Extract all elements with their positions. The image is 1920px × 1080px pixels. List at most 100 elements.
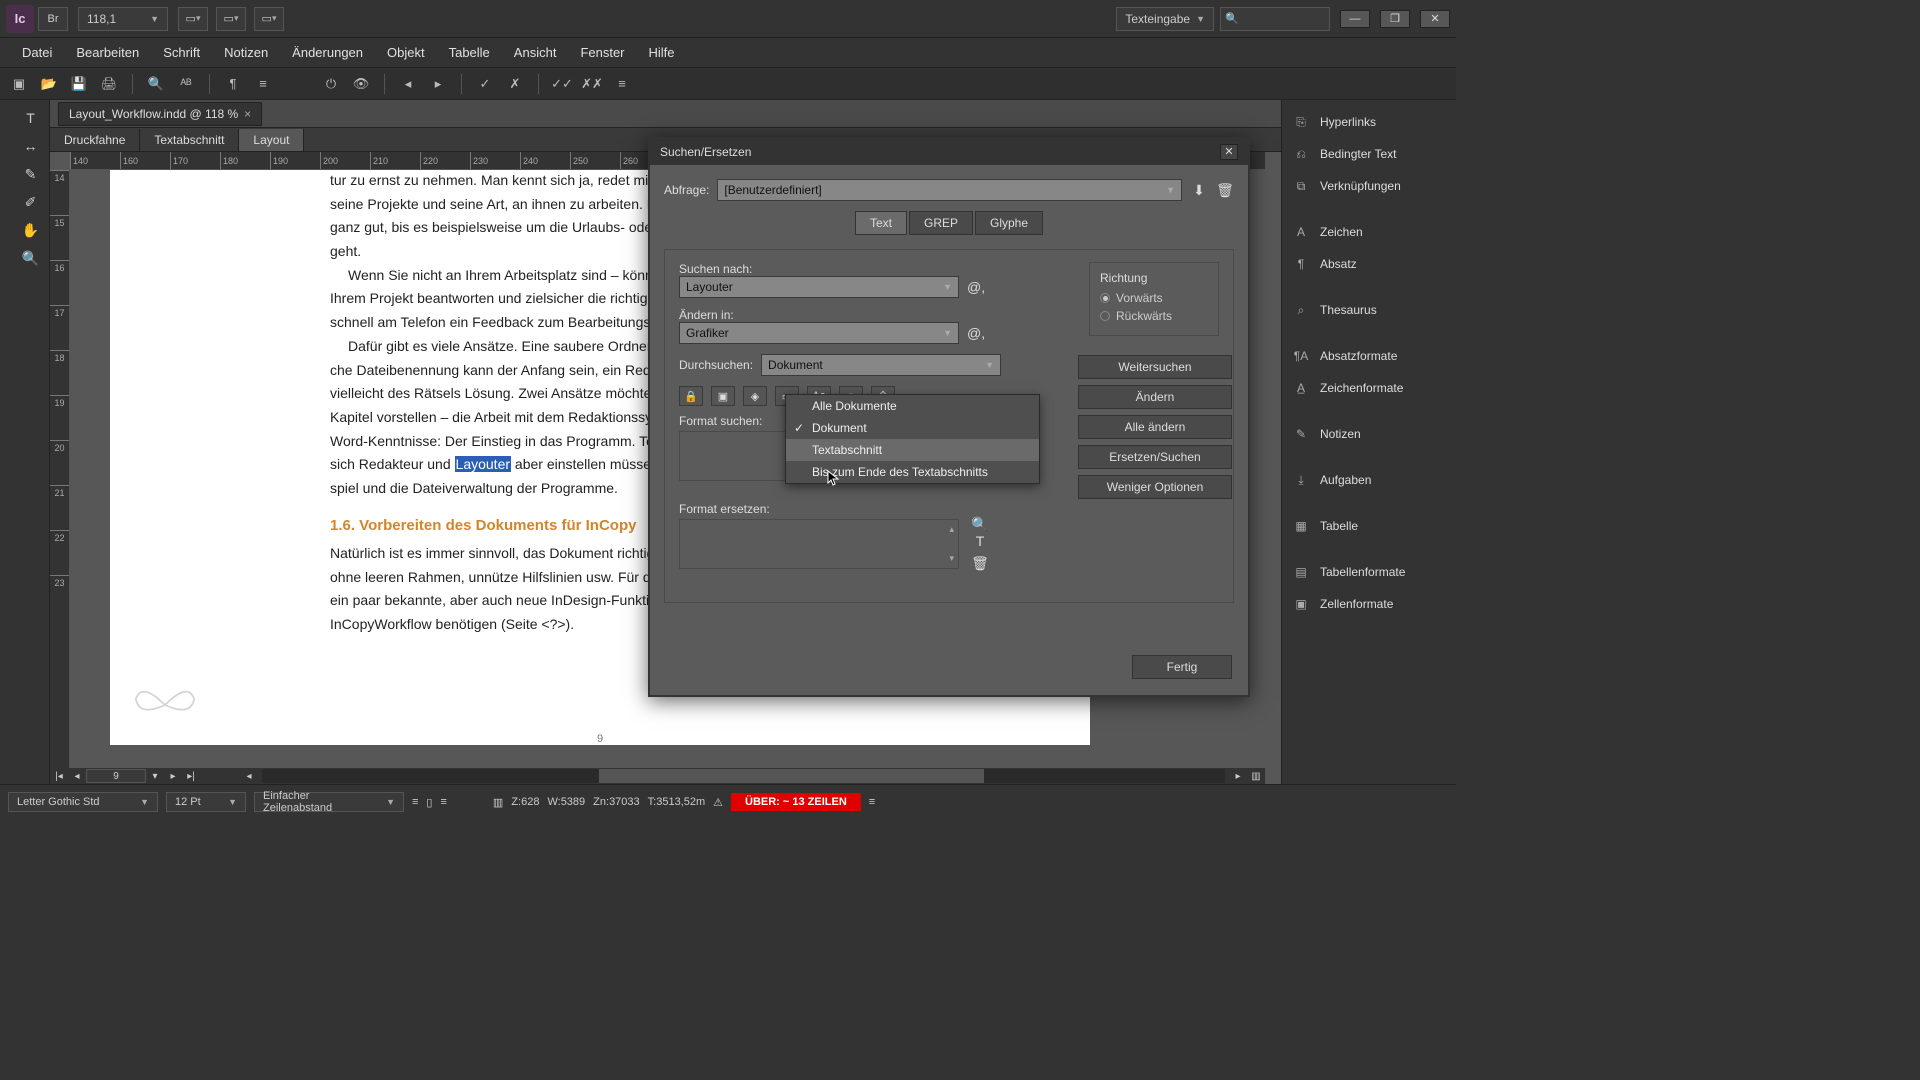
- menu-datei[interactable]: Datei: [10, 39, 64, 66]
- font-size-selector[interactable]: 12 Pt▼: [166, 792, 246, 812]
- panel-absatz[interactable]: ¶Absatz: [1282, 248, 1456, 280]
- print-icon[interactable]: 🖨: [98, 74, 120, 94]
- open-icon[interactable]: 📂: [38, 74, 60, 94]
- locked-layers-icon[interactable]: 🔒: [679, 386, 703, 406]
- done-button[interactable]: Fertig: [1132, 655, 1232, 679]
- panel-thesaurus[interactable]: ⌕Thesaurus: [1282, 294, 1456, 326]
- panel-notizen[interactable]: ✎Notizen: [1282, 418, 1456, 450]
- change-button[interactable]: Ändern: [1078, 385, 1232, 409]
- find-next-button[interactable]: Weitersuchen: [1078, 355, 1232, 379]
- next-page-button[interactable]: ▸: [164, 769, 182, 783]
- panel-hyperlinks[interactable]: ⎘Hyperlinks: [1282, 106, 1456, 138]
- find-icon[interactable]: 🔍: [145, 74, 167, 94]
- menu-objekt[interactable]: Objekt: [375, 39, 437, 66]
- horizontal-scrollbar[interactable]: [262, 769, 1225, 783]
- note-tool[interactable]: ✎: [17, 162, 45, 186]
- page-dropdown-button[interactable]: ▾: [146, 769, 164, 783]
- panel-verknüpfungen[interactable]: ⧉Verknüpfungen: [1282, 170, 1456, 202]
- zoom-tool[interactable]: 🔍: [17, 246, 45, 270]
- eye-icon[interactable]: 👁: [350, 74, 372, 94]
- panel-zeichen[interactable]: AZeichen: [1282, 216, 1456, 248]
- panel-tabelle[interactable]: ▦Tabelle: [1282, 510, 1456, 542]
- view-tab-layout[interactable]: Layout: [239, 129, 304, 151]
- panel-zellenformate[interactable]: ▣Zellenformate: [1282, 588, 1456, 620]
- split-view-button[interactable]: ▥: [1247, 769, 1265, 783]
- panel-absatzformate[interactable]: ¶AAbsatzformate: [1282, 340, 1456, 372]
- scope-option-1[interactable]: Dokument: [786, 417, 1039, 439]
- special-chars-change-icon[interactable]: @,: [967, 325, 985, 341]
- menu-schrift[interactable]: Schrift: [151, 39, 212, 66]
- menu-bearbeiten[interactable]: Bearbeiten: [64, 39, 151, 66]
- prev-page-button[interactable]: ◂: [68, 769, 86, 783]
- view-tab-druckfahne[interactable]: Druckfahne: [50, 129, 140, 151]
- position-tool[interactable]: ↔: [17, 134, 45, 158]
- dialog-tab-text[interactable]: Text: [855, 211, 907, 235]
- status-menu2-icon[interactable]: ≡: [869, 796, 875, 808]
- power-icon[interactable]: ⏻: [320, 74, 342, 94]
- spellcheck-icon[interactable]: ᴬᴮ: [175, 74, 197, 94]
- panel-tabellenformate[interactable]: ▤Tabellenformate: [1282, 556, 1456, 588]
- accept-icon[interactable]: ✓: [474, 74, 496, 94]
- view-mode-button-3[interactable]: ▭▾: [254, 7, 284, 31]
- dialog-close-button[interactable]: ✕: [1220, 144, 1238, 160]
- next-icon[interactable]: ▸: [427, 74, 449, 94]
- status-menu-icon[interactable]: ≡: [440, 796, 446, 808]
- font-family-selector[interactable]: Letter Gothic Std▼: [8, 792, 158, 812]
- direction-forward-radio[interactable]: Vorwärts: [1100, 291, 1208, 305]
- columns-icon[interactable]: ▯: [426, 796, 432, 809]
- direction-backward-radio[interactable]: Rückwärts: [1100, 309, 1208, 323]
- document-tab[interactable]: Layout_Workflow.indd @ 118 % ×: [58, 102, 262, 126]
- dialog-titlebar[interactable]: Suchen/Ersetzen ✕: [650, 139, 1248, 165]
- pilcrow-icon[interactable]: ¶: [222, 74, 244, 94]
- menu-fenster[interactable]: Fenster: [568, 39, 636, 66]
- fewer-options-button[interactable]: Weniger Optionen: [1078, 475, 1232, 499]
- prev-icon[interactable]: ◂: [397, 74, 419, 94]
- scope-option-0[interactable]: Alle Dokumente: [786, 395, 1039, 417]
- format-replace-field[interactable]: ▴▾: [679, 519, 959, 569]
- query-combo[interactable]: [Benutzerdefiniert]▼: [717, 179, 1182, 201]
- specify-replace-format-icon[interactable]: 🔍T: [971, 516, 989, 549]
- scroll-right-button[interactable]: ▸: [1229, 769, 1247, 783]
- change-field[interactable]: Grafiker▼: [679, 322, 959, 344]
- change-all-button[interactable]: Alle ändern: [1078, 415, 1232, 439]
- scope-option-3[interactable]: Bis zum Ende des Textabschnitts: [786, 461, 1039, 483]
- maximize-button[interactable]: ❐: [1380, 10, 1410, 28]
- locked-stories-icon[interactable]: ▣: [711, 386, 735, 406]
- hidden-layers-icon[interactable]: ◈: [743, 386, 767, 406]
- save-query-icon[interactable]: ⬇: [1190, 182, 1208, 199]
- menu-notizen[interactable]: Notizen: [212, 39, 280, 66]
- toolbar-menu-icon[interactable]: ≡: [611, 74, 633, 94]
- panel-bedingter-text[interactable]: ⎌Bedingter Text: [1282, 138, 1456, 170]
- leading-selector[interactable]: Einfacher Zeilenabstand▼: [254, 792, 404, 812]
- reject-icon[interactable]: ✗: [504, 74, 526, 94]
- scope-combo[interactable]: Dokument▼: [761, 354, 1001, 376]
- info-toggle-icon[interactable]: ▥: [493, 796, 503, 809]
- change-find-button[interactable]: Ersetzen/Suchen: [1078, 445, 1232, 469]
- workspace-switcher[interactable]: Texteingabe▼: [1116, 7, 1214, 31]
- scope-option-2[interactable]: Textabschnitt: [786, 439, 1039, 461]
- scroll-left-button[interactable]: ◂: [240, 769, 258, 783]
- page-number-field[interactable]: 9: [86, 769, 146, 783]
- menu-hilfe[interactable]: Hilfe: [637, 39, 687, 66]
- type-tool[interactable]: T: [17, 106, 45, 130]
- delete-query-icon[interactable]: 🗑: [1216, 182, 1234, 199]
- menu-ansicht[interactable]: Ansicht: [502, 39, 569, 66]
- first-page-button[interactable]: |◂: [50, 769, 68, 783]
- last-page-button[interactable]: ▸|: [182, 769, 200, 783]
- zoom-combo[interactable]: 118,1 ▼: [78, 7, 168, 31]
- save-icon[interactable]: 💾: [68, 74, 90, 94]
- align-left-icon[interactable]: ≡: [412, 796, 418, 808]
- view-tab-textabschnitt[interactable]: Textabschnitt: [140, 129, 239, 151]
- eyedropper-tool[interactable]: ✐: [17, 190, 45, 214]
- reject-all-icon[interactable]: ✗✗: [581, 74, 603, 94]
- new-icon[interactable]: ▣: [8, 74, 30, 94]
- dialog-tab-glyphe[interactable]: Glyphe: [975, 211, 1043, 235]
- close-window-button[interactable]: ✕: [1420, 10, 1450, 28]
- clear-replace-format-icon[interactable]: 🗑: [971, 555, 989, 572]
- bridge-button[interactable]: Br: [38, 7, 68, 31]
- left-dock-strip[interactable]: [0, 100, 12, 784]
- menu-änderungen[interactable]: Änderungen: [280, 39, 375, 66]
- help-search[interactable]: 🔍: [1220, 7, 1330, 31]
- close-tab-icon[interactable]: ×: [244, 107, 251, 121]
- view-mode-button-2[interactable]: ▭▾: [216, 7, 246, 31]
